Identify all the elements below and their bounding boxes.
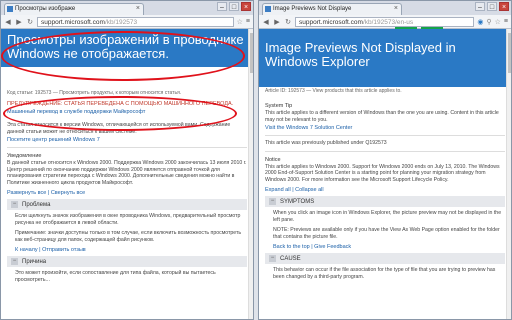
page-title: Image Previews Not Displayed in Windows …: [265, 40, 456, 69]
close-window-button[interactable]: ×: [241, 2, 251, 11]
scrollbar-thumb[interactable]: [250, 33, 253, 73]
page-header: Image Previews Not Displayed in Windows …: [259, 29, 511, 87]
breadcrumb: Article ID: 192573 — View products that …: [265, 88, 402, 94]
prev-published: This article was previously published un…: [265, 140, 387, 146]
notice-text: В данной статье относится к Windows 2000…: [7, 160, 247, 186]
maximize-button[interactable]: □: [487, 2, 497, 11]
section-header-cause[interactable]: − Причина: [7, 256, 247, 267]
url-host: support.microsoft.com: [41, 18, 105, 26]
browser-window-left: Просмотры изображе × – □ × ◀ ▶ ↻ support…: [0, 0, 254, 320]
notice-label: Уведомление: [7, 153, 42, 159]
divider: [265, 135, 505, 136]
minimize-button[interactable]: –: [475, 2, 485, 11]
back-to-top-link[interactable]: Back to the top | Give Feedback: [259, 243, 511, 251]
section-header-symptoms[interactable]: − SYMPTOMS: [265, 196, 505, 207]
notice-text: This article applies to Windows 2000. Su…: [265, 163, 500, 183]
tab-bar: Image Previews Not Displaye × – □ ×: [259, 1, 511, 15]
bookmark-star-icon[interactable]: ☆: [237, 18, 243, 26]
screen: Просмотры изображе × – □ × ◀ ▶ ↻ support…: [0, 0, 512, 320]
maximize-button[interactable]: □: [229, 2, 239, 11]
annotation-underline-lang: [421, 27, 443, 29]
section-header-problem[interactable]: − Проблема: [7, 199, 247, 210]
section-text: Если щелкнуть значок изображения в окне …: [15, 213, 241, 226]
address-bar: ◀ ▶ ↻ support.microsoft.com/kb/192573 ☆ …: [1, 15, 253, 29]
collapse-icon: −: [269, 198, 276, 205]
tab-left[interactable]: Просмотры изображе ×: [4, 3, 144, 15]
menu-icon[interactable]: ≡: [246, 18, 250, 25]
section-title: Проблема: [22, 201, 51, 208]
collapse-icon: −: [269, 255, 276, 262]
tab-close-icon[interactable]: ×: [394, 5, 398, 12]
forward-icon[interactable]: ▶: [15, 18, 23, 26]
section-title: CAUSE: [280, 255, 301, 262]
window-controls: – □ ×: [475, 2, 509, 11]
tip-label: System Tip: [265, 103, 293, 109]
tab-close-icon[interactable]: ×: [136, 5, 140, 12]
section-title: SYMPTOMS: [280, 198, 315, 205]
bookmark-star-icon[interactable]: ☆: [495, 18, 501, 26]
forward-icon[interactable]: ▶: [273, 18, 281, 26]
close-window-button[interactable]: ×: [499, 2, 509, 11]
scrollbar[interactable]: [506, 29, 511, 319]
url-host: support.microsoft.com: [299, 18, 363, 26]
tab-title: Image Previews Not Displaye: [273, 6, 352, 12]
address-bar: ◀ ▶ ↻ support.microsoft.com/kb/192573/en…: [259, 15, 511, 29]
tab-bar: Просмотры изображе × – □ ×: [1, 1, 253, 15]
search-icon[interactable]: ⚲: [486, 18, 491, 26]
expand-collapse-links[interactable]: Expand all | Collapse all: [259, 186, 511, 194]
back-icon[interactable]: ◀: [4, 18, 12, 26]
divider: [7, 147, 247, 148]
section-text: Это может произойти, если сопоставление …: [15, 270, 216, 283]
section-header-cause[interactable]: − CAUSE: [265, 253, 505, 264]
section-text: When you click an image icon in Windows …: [273, 210, 502, 223]
url-path: /kb/192573/en-us: [362, 18, 414, 26]
back-to-top-link[interactable]: К началу | Отправить отзыв: [1, 246, 253, 254]
tab-title: Просмотры изображе: [15, 6, 76, 12]
reload-icon[interactable]: ↻: [284, 18, 292, 26]
favicon-icon: [265, 6, 271, 12]
collapse-icon: −: [11, 258, 18, 265]
note-text: Примечание: значки доступны только в том…: [15, 230, 242, 243]
url-input[interactable]: support.microsoft.com/kb/192573/en-us: [295, 16, 475, 27]
menu-icon[interactable]: ≡: [504, 18, 508, 25]
minimize-button[interactable]: –: [217, 2, 227, 11]
favicon-icon: [7, 6, 13, 12]
divider: [265, 150, 505, 152]
notice-label: Notice: [265, 156, 281, 163]
note-text: NOTE: Previews are available only if you…: [273, 227, 500, 240]
annotation-circle-title: [1, 31, 245, 81]
tab-right[interactable]: Image Previews Not Displaye ×: [262, 3, 402, 15]
collapse-icon: −: [11, 201, 18, 208]
browser-window-right: Image Previews Not Displaye × – □ × ◀ ▶ …: [258, 0, 512, 320]
tip-text: This article applies to a different vers…: [265, 110, 499, 123]
window-controls: – □ ×: [217, 2, 251, 11]
scrollbar[interactable]: [248, 29, 253, 319]
solution-center-link[interactable]: Visit the Windows 7 Solution Center: [259, 124, 511, 132]
annotation-circle-warning: [3, 96, 237, 131]
annotation-underline-url: [395, 27, 417, 29]
back-icon[interactable]: ◀: [262, 18, 270, 26]
scrollbar-thumb[interactable]: [508, 33, 511, 73]
page-content: Image Previews Not Displayed in Windows …: [259, 29, 511, 319]
solution-center-link[interactable]: Посетите центр решений Windows 7: [1, 136, 253, 144]
url-input[interactable]: support.microsoft.com/kb/192573: [37, 16, 234, 27]
expand-collapse-links[interactable]: Развернуть все | Свернуть все: [1, 189, 253, 197]
section-text: This behavior can occur if the file asso…: [273, 267, 496, 280]
translate-icon[interactable]: ◉: [477, 18, 483, 26]
url-path: /kb/192573: [104, 18, 138, 26]
reload-icon[interactable]: ↻: [26, 18, 34, 26]
section-title: Причина: [22, 258, 47, 265]
